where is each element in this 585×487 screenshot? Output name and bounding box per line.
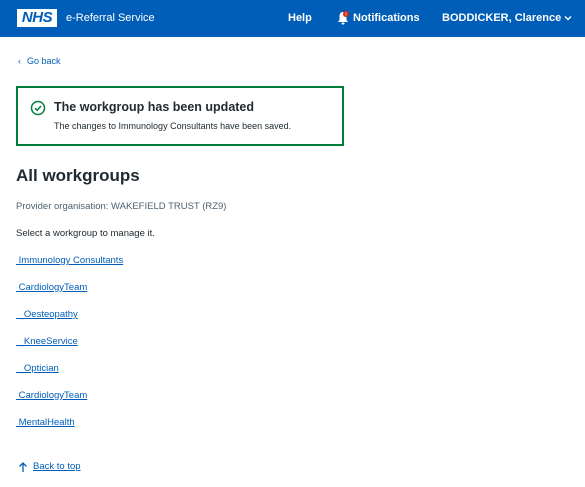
chevron-down-icon[interactable]: [563, 13, 573, 23]
help-link[interactable]: Help: [288, 11, 312, 25]
banner-title: The workgroup has been updated: [54, 100, 255, 114]
workgroup-link[interactable]: _Oesteopathy: [16, 309, 78, 321]
page-title: All workgroups: [16, 166, 140, 185]
workgroup-link[interactable]: _Optician: [16, 363, 59, 375]
go-back-link[interactable]: ‹ Go back: [18, 56, 61, 67]
service-name[interactable]: e-Referral Service: [66, 11, 155, 25]
workgroup-link[interactable]: Immunology Consultants: [16, 255, 124, 267]
provider-organisation: Provider organisation: WAKEFIELD TRUST (…: [16, 201, 227, 212]
notifications-link[interactable]: Notifications: [353, 11, 420, 25]
workgroup-link[interactable]: CardiologyTeam: [16, 390, 88, 402]
arrow-up-icon: [19, 462, 27, 472]
workgroup-link[interactable]: CardiologyTeam: [16, 282, 88, 294]
user-menu[interactable]: BODDICKER, Clarence: [442, 11, 561, 25]
go-back-label: Go back: [27, 56, 61, 66]
workgroup-link[interactable]: MentalHealth: [16, 417, 75, 429]
instruction-text: Select a workgroup to manage it.: [16, 228, 155, 239]
success-banner: The workgroup has been updated The chang…: [16, 86, 344, 146]
workgroup-link[interactable]: _KneeService: [16, 336, 78, 348]
bell-icon[interactable]: !: [336, 10, 350, 26]
nhs-logo[interactable]: NHS: [17, 9, 57, 27]
chevron-left-icon: ‹: [18, 56, 21, 66]
banner-body: The changes to Immunology Consultants ha…: [54, 121, 292, 131]
header: NHS e-Referral Service Help ! Notificati…: [0, 0, 585, 37]
back-to-top-label: Back to top: [33, 461, 81, 472]
check-circle-icon: [30, 100, 46, 116]
